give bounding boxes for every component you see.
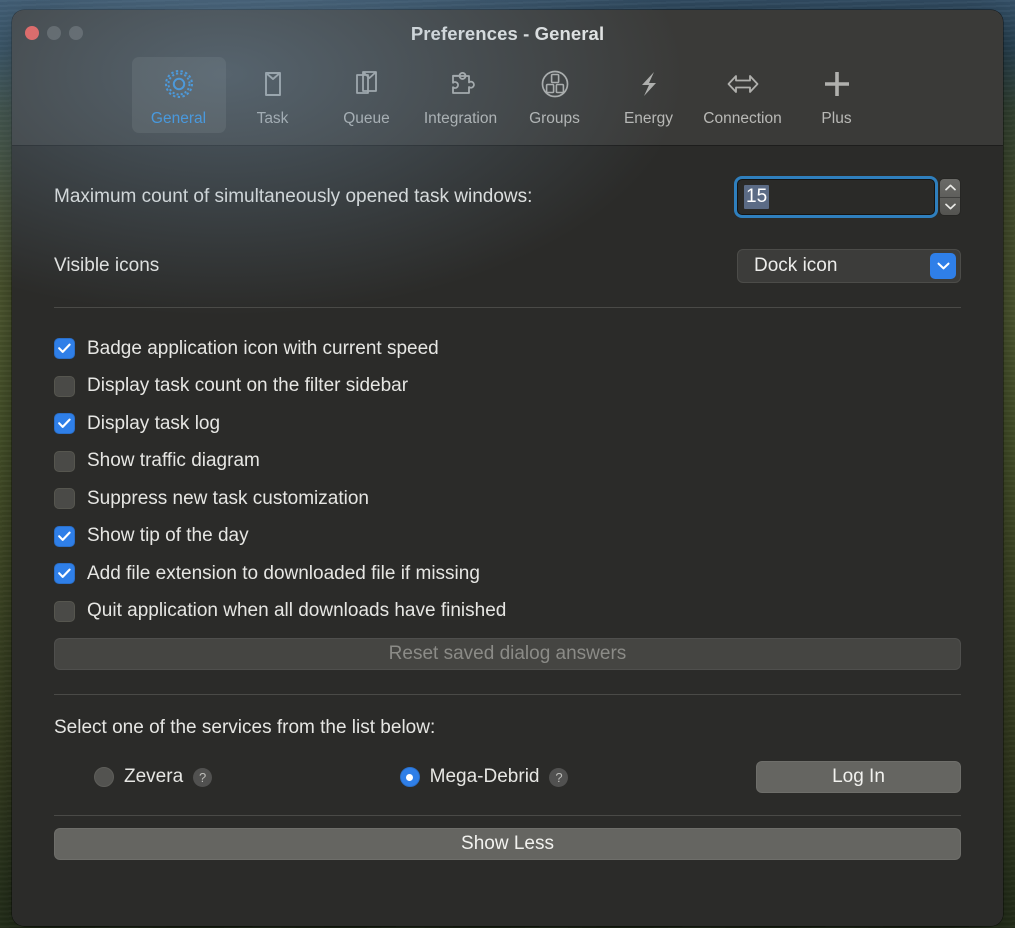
toolbar-label-plus: Plus <box>821 110 852 127</box>
traffic-lights <box>25 26 83 40</box>
toolbar-item-energy[interactable]: Energy <box>602 57 696 133</box>
window-chrome: Preferences - General General Task Queue… <box>12 10 1003 146</box>
titlebar: Preferences - General <box>12 10 1003 57</box>
checkbox-badge-speed[interactable] <box>54 338 75 360</box>
checkbox-label-suppress-customization: Suppress new task customization <box>87 487 369 509</box>
toolbar-label-connection: Connection <box>703 110 782 127</box>
puzzle-piece-icon <box>443 64 479 104</box>
toolbar-item-connection[interactable]: Connection <box>696 57 790 133</box>
radio-label-zevera: Zevera <box>124 766 184 787</box>
checkbox-label-quit-when-finished: Quit application when all downloads have… <box>87 600 507 622</box>
preferences-toolbar: General Task Queue Integration Groups En… <box>12 57 1003 145</box>
double-arrow-icon <box>723 64 763 104</box>
checkbox-label-task-log: Display task log <box>87 412 221 434</box>
visible-icons-label: Visible icons <box>54 255 160 276</box>
max-windows-input[interactable]: 15 <box>737 179 935 215</box>
checkbox-row-add-extension[interactable]: Add file extension to downloaded file if… <box>54 555 961 593</box>
checkbox-row-task-count[interactable]: Display task count on the filter sidebar <box>54 368 961 406</box>
log-in-button[interactable]: Log In <box>756 761 961 793</box>
checkbox-row-badge-speed[interactable]: Badge application icon with current spee… <box>54 330 961 368</box>
checkbox-row-tip-of-day[interactable]: Show tip of the day <box>54 518 961 556</box>
checkbox-task-count[interactable] <box>54 375 75 397</box>
checkbox-quit-when-finished[interactable] <box>54 600 75 622</box>
checkbox-tip-of-day[interactable] <box>54 525 75 547</box>
checkbox-label-tip-of-day: Show tip of the day <box>87 525 249 547</box>
visible-icons-select[interactable]: Dock icon <box>737 249 961 283</box>
max-windows-label: Maximum count of simultaneously opened t… <box>54 186 533 207</box>
checkbox-suppress-customization[interactable] <box>54 488 75 510</box>
options-checkbox-list: Badge application icon with current spee… <box>54 330 961 630</box>
radio-item-zevera[interactable]: Zevera ? <box>94 766 213 788</box>
checkbox-row-task-log[interactable]: Display task log <box>54 405 961 443</box>
toolbar-item-integration[interactable]: Integration <box>414 57 508 133</box>
max-windows-row: Maximum count of simultaneously opened t… <box>54 178 961 216</box>
general-preferences-panel: Maximum count of simultaneously opened t… <box>12 146 1003 926</box>
toolbar-item-queue[interactable]: Queue <box>320 57 414 133</box>
toolbar-item-general[interactable]: General <box>131 57 226 133</box>
checkbox-row-quit-when-finished[interactable]: Quit application when all downloads have… <box>54 593 961 631</box>
toolbar-item-plus[interactable]: Plus <box>790 57 884 133</box>
stacked-documents-icon <box>349 64 385 104</box>
radio-mega-debrid[interactable] <box>399 767 420 787</box>
services-row: Zevera ? Mega-Debrid ? Log In <box>54 761 961 793</box>
checkbox-traffic-diagram[interactable] <box>54 450 75 472</box>
visible-icons-value: Dock icon <box>754 255 838 276</box>
circle-documents-icon <box>537 64 573 104</box>
toolbar-item-task[interactable]: Task <box>226 57 320 133</box>
reset-dialog-answers-button[interactable]: Reset saved dialog answers <box>54 638 961 670</box>
help-icon-zevera[interactable]: ? <box>193 767 213 787</box>
checkbox-label-add-extension: Add file extension to downloaded file if… <box>87 562 480 584</box>
maximize-button-icon[interactable] <box>69 26 83 40</box>
radio-zevera[interactable] <box>94 767 114 787</box>
checkbox-add-extension[interactable] <box>54 563 75 585</box>
radio-label-mega-debrid: Mega-Debrid <box>429 766 540 787</box>
divider-services <box>54 694 961 695</box>
radio-item-mega-debrid[interactable]: Mega-Debrid ? <box>399 766 569 788</box>
stepper-up-icon[interactable] <box>940 179 960 197</box>
checkbox-label-badge-speed: Badge application icon with current spee… <box>87 337 439 359</box>
toolbar-label-energy: Energy <box>623 110 674 127</box>
close-button-icon[interactable] <box>25 26 39 40</box>
checkbox-label-task-count: Display task count on the filter sidebar <box>87 375 409 397</box>
lightning-bolt-icon <box>631 64 667 104</box>
chevron-down-icon[interactable] <box>930 253 956 279</box>
minimize-button-icon[interactable] <box>47 26 61 40</box>
toolbar-label-queue: Queue <box>343 110 390 127</box>
gear-icon <box>161 64 197 104</box>
max-windows-stepper[interactable] <box>939 178 961 216</box>
preferences-window: Preferences - General General Task Queue… <box>12 10 1003 926</box>
desktop-background: Preferences - General General Task Queue… <box>0 0 1015 928</box>
checkbox-row-traffic-diagram[interactable]: Show traffic diagram <box>54 443 961 481</box>
help-icon-mega-debrid[interactable]: ? <box>549 767 569 787</box>
checkbox-label-traffic-diagram: Show traffic diagram <box>87 450 260 472</box>
visible-icons-row: Visible icons Dock icon <box>54 249 961 283</box>
document-icon <box>255 64 291 104</box>
checkbox-row-suppress-customization[interactable]: Suppress new task customization <box>54 480 961 518</box>
checkbox-task-log[interactable] <box>54 413 75 435</box>
stepper-divider <box>940 196 960 198</box>
toolbar-label-integration: Integration <box>423 110 498 127</box>
stepper-down-icon[interactable] <box>940 198 960 216</box>
max-windows-control: 15 <box>737 178 961 216</box>
max-windows-value: 15 <box>744 184 770 210</box>
divider-footer <box>54 815 961 816</box>
show-less-button[interactable]: Show Less <box>54 828 961 860</box>
toolbar-label-groups: Groups <box>529 110 580 127</box>
toolbar-label-general: General <box>150 110 207 127</box>
window-title: Preferences - General <box>410 22 605 44</box>
toolbar-label-task: Task <box>256 110 289 127</box>
divider-top <box>54 307 961 308</box>
services-title: Select one of the services from the list… <box>54 717 436 738</box>
toolbar-item-groups[interactable]: Groups <box>508 57 602 133</box>
plus-icon <box>819 64 855 104</box>
